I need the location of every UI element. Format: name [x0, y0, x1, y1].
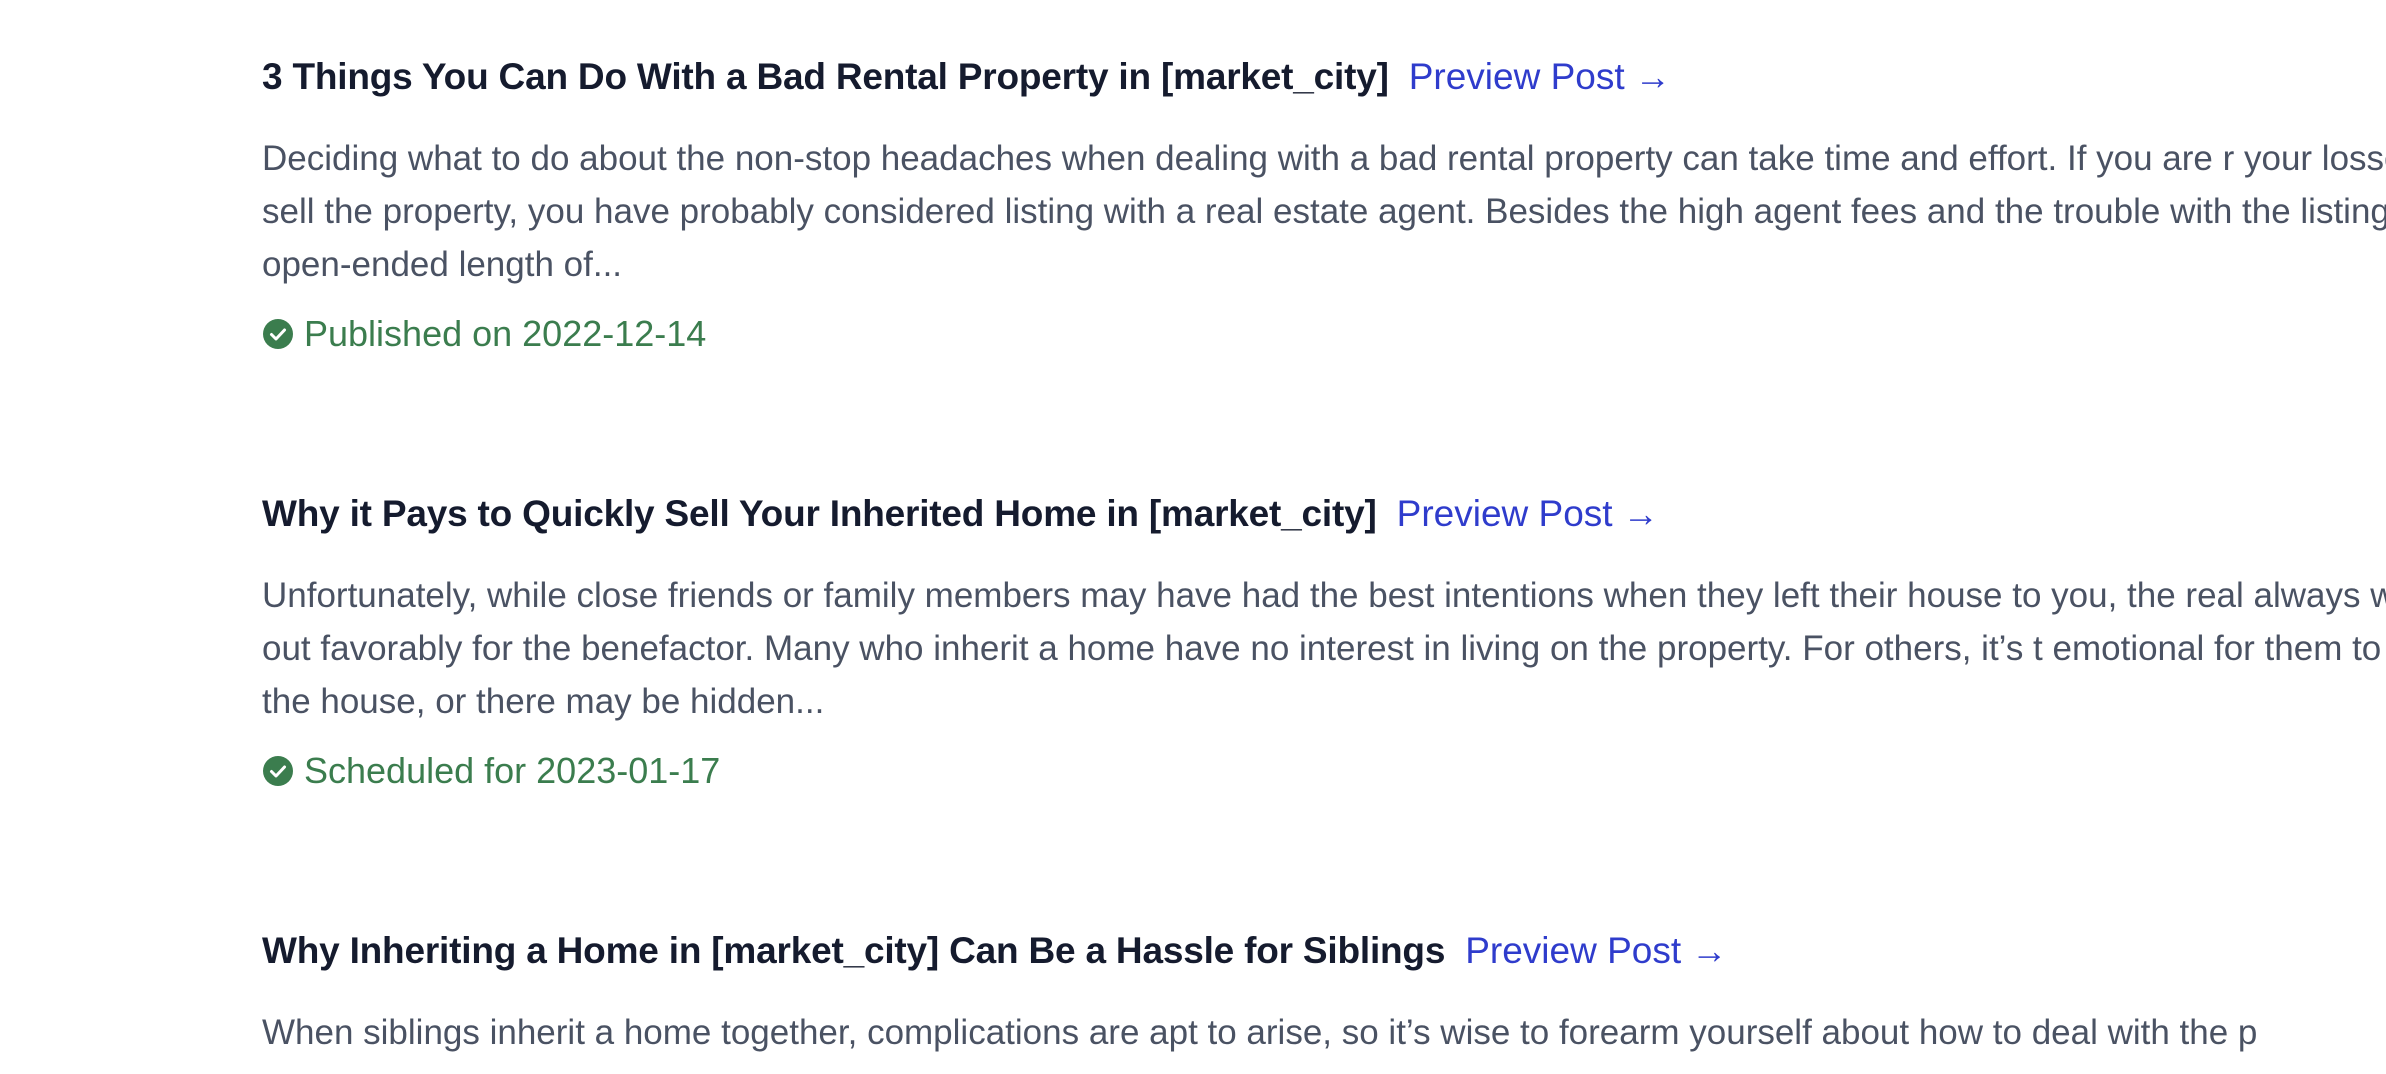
preview-post-label: Preview Post: [1465, 930, 1682, 971]
preview-post-link[interactable]: Preview Post →: [1465, 930, 1727, 972]
post-item: Why Inheriting a Home in [market_city] C…: [262, 930, 2386, 1059]
preview-post-label: Preview Post: [1408, 56, 1625, 97]
post-title: 3 Things You Can Do With a Bad Rental Pr…: [262, 56, 1389, 97]
arrow-right-icon: →: [1691, 930, 1728, 971]
arrow-right-icon: →: [1634, 56, 1671, 97]
preview-post-link[interactable]: Preview Post →: [1409, 56, 1671, 98]
status-text: Scheduled for 2023-01-17: [304, 750, 721, 791]
post-title-row: Why it Pays to Quickly Sell Your Inherit…: [262, 493, 2386, 551]
post-title-row: Why Inheriting a Home in [market_city] C…: [262, 930, 2386, 988]
status-badge: Published on 2022-12-14: [262, 313, 2386, 355]
status-badge: Scheduled for 2023-01-17: [262, 750, 2386, 792]
status-text: Published on 2022-12-14: [304, 313, 707, 354]
post-excerpt: When siblings inherit a home together, c…: [262, 1013, 2258, 1052]
post-excerpt: Deciding what to do about the non-stop h…: [262, 139, 2386, 284]
post-title-row: 3 Things You Can Do With a Bad Rental Pr…: [262, 56, 2386, 114]
post-title: Why it Pays to Quickly Sell Your Inherit…: [262, 493, 1377, 534]
arrow-right-icon: →: [1622, 493, 1659, 534]
post-title: Why Inheriting a Home in [market_city] C…: [262, 930, 1446, 971]
check-circle-icon: [263, 756, 293, 786]
post-item: Why it Pays to Quickly Sell Your Inherit…: [262, 493, 2386, 792]
post-item: 3 Things You Can Do With a Bad Rental Pr…: [262, 56, 2386, 355]
preview-post-label: Preview Post: [1396, 493, 1613, 534]
post-excerpt: Unfortunately, while close friends or fa…: [262, 576, 2386, 721]
preview-post-link[interactable]: Preview Post →: [1397, 493, 1659, 535]
post-list: 3 Things You Can Do With a Bad Rental Pr…: [262, 0, 2386, 1074]
check-circle-icon: [263, 319, 293, 349]
